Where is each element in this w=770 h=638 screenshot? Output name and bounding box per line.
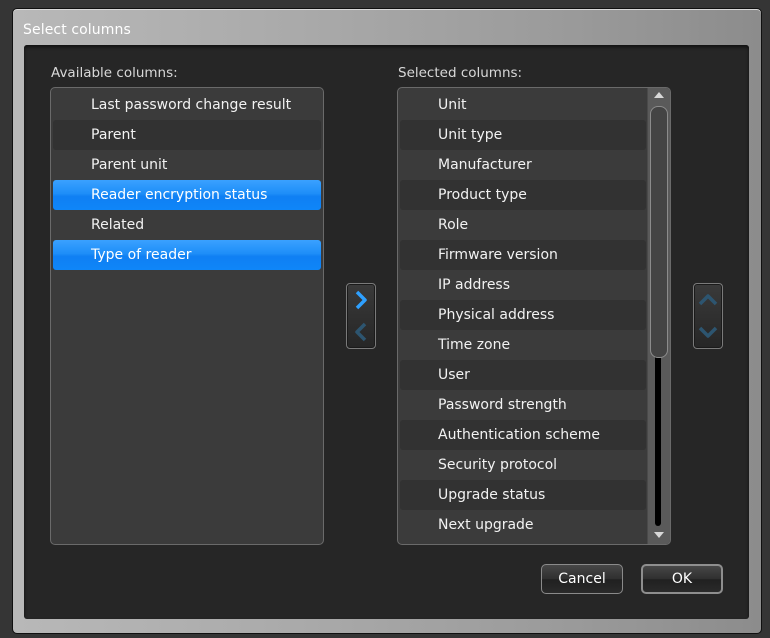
available-columns-items: Last password change result Parent Parent … xyxy=(53,90,321,270)
dialog-content: Available columns: Selected columns: Las… xyxy=(24,45,749,619)
selected-column-item[interactable]: Security protocol xyxy=(400,450,646,480)
triangle-up-icon xyxy=(654,92,664,98)
reorder-button-group xyxy=(693,283,723,349)
ok-button[interactable]: OK xyxy=(641,564,723,594)
selected-column-item[interactable]: Product type xyxy=(400,180,646,210)
triangle-down-icon xyxy=(654,532,664,538)
selected-column-item[interactable]: Manufacturer xyxy=(400,150,646,180)
selected-column-item[interactable]: Role xyxy=(400,210,646,240)
selected-columns-list[interactable]: Unit Unit type Manufacturer Product type Rol… xyxy=(397,87,671,545)
available-column-item[interactable]: Parent xyxy=(53,120,321,150)
available-column-item[interactable]: Parent unit xyxy=(53,150,321,180)
selected-columns-items: Unit Unit type Manufacturer Product type Rol… xyxy=(400,90,646,540)
select-columns-dialog: Select columns Available columns: Select… xyxy=(12,8,762,634)
scrollbar-track[interactable] xyxy=(655,338,661,526)
available-column-item[interactable]: Reader encryption status xyxy=(53,180,321,210)
selected-column-item[interactable]: Authentication scheme xyxy=(400,420,646,450)
selected-column-item[interactable]: Next upgrade xyxy=(400,510,646,540)
selected-column-item[interactable]: User xyxy=(400,360,646,390)
selected-columns-scrollbar[interactable] xyxy=(647,88,670,544)
selected-column-item[interactable]: Firmware version xyxy=(400,240,646,270)
selected-column-item[interactable]: Unit type xyxy=(400,120,646,150)
add-remove-button-group xyxy=(346,283,376,349)
available-columns-list[interactable]: Last password change result Parent Parent … xyxy=(50,87,324,545)
scroll-up-button[interactable] xyxy=(648,89,670,103)
chevron-up-icon xyxy=(698,294,718,306)
selected-columns-label: Selected columns: xyxy=(398,65,523,81)
chevron-down-icon xyxy=(698,326,718,338)
dialog-title: Select columns xyxy=(23,22,131,38)
selected-column-item[interactable]: IP address xyxy=(400,270,646,300)
selected-column-item[interactable]: Upgrade status xyxy=(400,480,646,510)
available-column-item[interactable]: Last password change result xyxy=(53,90,321,120)
remove-column-button[interactable] xyxy=(347,316,375,348)
cancel-button[interactable]: Cancel xyxy=(541,564,623,594)
add-column-button[interactable] xyxy=(347,284,375,316)
selected-column-item[interactable]: Physical address xyxy=(400,300,646,330)
selected-column-item[interactable]: Time zone xyxy=(400,330,646,360)
available-columns-label: Available columns: xyxy=(51,65,178,81)
available-column-item[interactable]: Type of reader xyxy=(53,240,321,270)
chevron-left-icon xyxy=(355,322,367,342)
scroll-down-button[interactable] xyxy=(648,529,670,543)
available-column-item[interactable]: Related xyxy=(53,210,321,240)
selected-column-item[interactable]: Unit xyxy=(400,90,646,120)
scrollbar-thumb[interactable] xyxy=(650,106,668,358)
selected-column-item[interactable]: Password strength xyxy=(400,390,646,420)
move-up-button[interactable] xyxy=(694,284,722,316)
chevron-right-icon xyxy=(355,290,367,310)
move-down-button[interactable] xyxy=(694,316,722,348)
